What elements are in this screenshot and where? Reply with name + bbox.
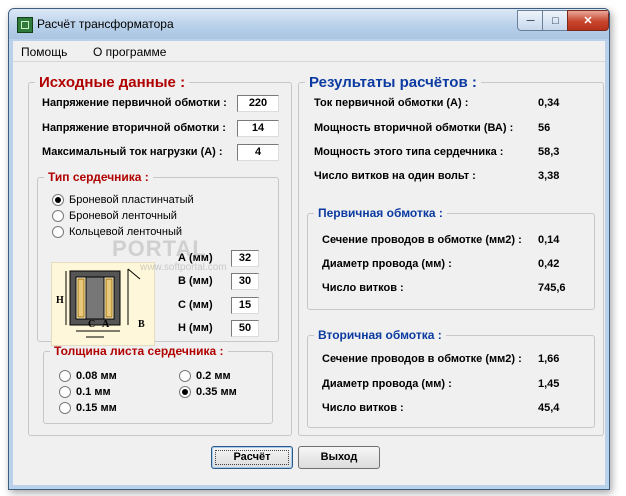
secondary-turns-value: 45,4 <box>538 402 560 414</box>
sheet-label-035: 0.35 мм <box>196 386 237 398</box>
app-icon <box>17 17 33 33</box>
maximize-button[interactable]: □ <box>542 10 569 31</box>
core-diagram: Н С А В <box>51 262 155 346</box>
menu-help[interactable]: Помощь <box>21 45 67 59</box>
max-current-label: Максимальный ток нагрузки (А) : <box>42 146 223 158</box>
dim-b-text: В <box>138 319 145 330</box>
turns-per-volt-value: 3,38 <box>538 170 560 182</box>
dim-a-text: А <box>102 319 110 330</box>
secondary-diameter-value: 1,45 <box>538 378 560 390</box>
core-type-title: Тип сердечника : <box>48 170 149 184</box>
sheet-radio-015[interactable] <box>59 402 71 414</box>
primary-current-value: 0,34 <box>538 97 560 109</box>
core-type-label-plate: Броневой пластинчатый <box>69 194 194 206</box>
primary-winding-title: Первичная обмотка : <box>318 206 443 220</box>
core-type-radio-ring[interactable] <box>52 226 64 238</box>
secondary-power-label: Мощность вторичной обмотки (ВА) : <box>314 122 514 134</box>
menu-about[interactable]: О программе <box>93 45 166 59</box>
core-center-leg <box>85 276 105 320</box>
watermark-site: www.softportal.com <box>140 262 227 273</box>
primary-voltage-label: Напряжение первичной обмотки : <box>42 97 227 109</box>
core-type-label-tape: Броневой ленточный <box>69 210 177 222</box>
secondary-section-value: 1,66 <box>538 353 560 365</box>
max-current-input[interactable] <box>237 144 279 161</box>
dim-a-input[interactable] <box>231 250 259 267</box>
primary-diameter-value: 0,42 <box>538 258 560 270</box>
exit-button-label: Выход <box>320 451 358 463</box>
sheet-label-015: 0.15 мм <box>76 402 117 414</box>
primary-section-label: Сечение проводов в обмотке (мм2) : <box>322 234 522 246</box>
watermark: PORTAL <box>112 236 207 261</box>
sheet-label-01: 0.1 мм <box>76 386 111 398</box>
sheet-radio-02[interactable] <box>179 370 191 382</box>
minimize-button[interactable]: ─ <box>517 10 544 31</box>
winding-left <box>77 278 85 318</box>
primary-turns-value: 745,6 <box>538 282 566 294</box>
secondary-voltage-label: Напряжение вторичной обмотки : <box>42 122 226 134</box>
secondary-turns-label: Число витков : <box>322 402 404 414</box>
window-title: Расчёт трансформатора <box>37 17 174 31</box>
dim-h-text: Н <box>56 295 64 306</box>
sheet-radio-01[interactable] <box>59 386 71 398</box>
primary-turns-label: Число витков : <box>322 282 404 294</box>
dim-c-label: С (мм) <box>178 299 213 311</box>
dim-h-label: Н (мм) <box>178 322 213 334</box>
secondary-voltage-input[interactable] <box>237 120 279 137</box>
dim-c-text: С <box>88 319 95 330</box>
core-power-label: Мощность этого типа сердечника : <box>314 146 504 158</box>
turns-per-volt-label: Число витков на один вольт : <box>314 170 476 182</box>
focus-rect <box>215 450 289 465</box>
secondary-winding-title: Вторичная обмотка : <box>318 328 442 342</box>
calculate-button[interactable]: Расчёт <box>211 446 293 469</box>
sheet-radio-035[interactable] <box>179 386 191 398</box>
secondary-diameter-label: Диаметр провода (мм) : <box>322 378 452 390</box>
sheet-radio-008[interactable] <box>59 370 71 382</box>
menu-bar: Помощь О программе <box>13 41 605 62</box>
dim-c-input[interactable] <box>231 297 259 314</box>
core-power-value: 58,3 <box>538 146 560 158</box>
primary-current-label: Ток первичной обмотки (А) : <box>314 97 469 109</box>
sheet-label-02: 0.2 мм <box>196 370 231 382</box>
exit-button[interactable]: Выход <box>298 446 380 469</box>
secondary-power-value: 56 <box>538 122 551 134</box>
primary-section-value: 0,14 <box>538 234 560 246</box>
close-icon: ✕ <box>583 15 593 27</box>
winding-right <box>105 278 113 318</box>
primary-voltage-input[interactable] <box>237 95 279 112</box>
dim-h-input[interactable] <box>231 320 259 337</box>
dim-b-input[interactable] <box>231 273 259 290</box>
sheet-label-008: 0.08 мм <box>76 370 117 382</box>
results-title: Результаты расчётов : <box>309 74 477 91</box>
dim-b-label: В (мм) <box>178 275 213 287</box>
input-group-title: Исходные данные : <box>39 74 186 91</box>
core-type-radio-plate[interactable] <box>52 194 64 206</box>
primary-diameter-label: Диаметр провода (мм) : <box>322 258 452 270</box>
maximize-icon: □ <box>552 14 559 27</box>
close-button[interactable]: ✕ <box>567 10 609 31</box>
minimize-icon: ─ <box>526 14 535 27</box>
core-diagram-drawing: Н С А В <box>56 268 145 338</box>
secondary-section-label: Сечение проводов в обмотке (мм2) : <box>322 353 522 365</box>
core-type-radio-tape[interactable] <box>52 210 64 222</box>
title-bar[interactable]: Расчёт трансформатора ─ □ ✕ <box>9 9 609 39</box>
sheet-thickness-title: Толщина листа сердечника : <box>54 344 224 358</box>
